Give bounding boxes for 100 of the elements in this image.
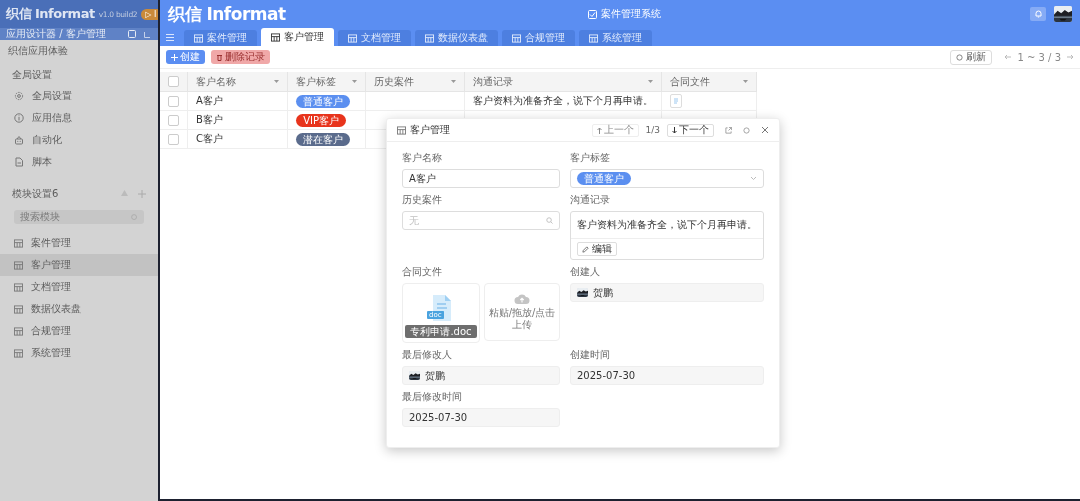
collapse-icon[interactable]	[121, 190, 128, 196]
search-field[interactable]: 搜索模块	[14, 210, 144, 224]
next-button[interactable]: 下一个	[667, 123, 714, 137]
module-item[interactable]: 文档管理	[0, 276, 158, 298]
create-button[interactable]: 创建	[166, 50, 205, 64]
column-header[interactable]: 沟通记录	[473, 74, 514, 89]
breadcrumb: 应用设计器 / 客户管理	[6, 27, 106, 41]
note-text: 客户资料为准备齐全，说下个月再申请。	[571, 212, 763, 239]
caret-icon[interactable]	[351, 80, 357, 83]
up-arrow-icon	[596, 126, 602, 134]
close-icon[interactable]	[761, 126, 769, 134]
run-button[interactable]: ▷ I	[141, 8, 158, 20]
tab[interactable]: 系统管理	[579, 30, 652, 46]
tag: 普通客户	[296, 94, 351, 108]
logo: 织信 Informat	[6, 5, 95, 23]
field-label: 沟通记录	[570, 194, 611, 207]
caret-icon[interactable]	[451, 80, 457, 83]
add-icon[interactable]	[138, 190, 146, 198]
table-icon	[348, 33, 357, 43]
next-icon[interactable]	[1067, 54, 1074, 60]
table-cell: C客户	[196, 133, 223, 144]
field-label: 历史案件	[402, 194, 443, 207]
section-title: 模块设置6	[12, 187, 59, 201]
field-label: 创建人	[570, 266, 601, 279]
export-icon[interactable]	[144, 30, 152, 38]
table-icon	[512, 33, 521, 43]
tab[interactable]: 合规管理	[502, 30, 575, 46]
logo: 织信 Informat	[168, 2, 287, 26]
module-item[interactable]: 合规管理	[0, 320, 158, 342]
date-field: 2025-07-30	[570, 366, 764, 385]
notification-button[interactable]	[1030, 7, 1046, 21]
tab[interactable]: 案件管理	[184, 30, 257, 46]
table-icon	[14, 304, 23, 314]
circle-icon[interactable]	[743, 126, 750, 134]
table-icon	[14, 260, 23, 270]
tag: 潜在客户	[296, 132, 351, 146]
caret-icon[interactable]	[274, 80, 280, 83]
file-icon	[14, 157, 24, 167]
caret-icon[interactable]	[743, 80, 748, 83]
table-cell: 客户资料为准备齐全，说下个月再申请。	[473, 95, 654, 106]
field-label: 最后修改时间	[402, 391, 463, 404]
bell-icon	[1034, 10, 1042, 18]
table-icon	[14, 326, 23, 336]
user-field: 贺鹏	[402, 366, 560, 385]
module-item[interactable]: 客户管理	[0, 254, 158, 276]
upload-button[interactable]: 粘贴/拖放/点击上传	[484, 283, 560, 341]
previous-icon[interactable]	[1004, 54, 1012, 60]
caret-icon[interactable]	[648, 80, 654, 83]
dialog-title: 客户管理	[410, 123, 451, 137]
table-icon	[14, 238, 23, 248]
module-item[interactable]: 案件管理	[0, 232, 158, 254]
external-link-icon[interactable]	[725, 126, 732, 134]
file-thumbnail-icon[interactable]	[670, 94, 683, 108]
menu-icon[interactable]	[166, 33, 174, 41]
refresh-icon	[956, 53, 964, 61]
refresh-button[interactable]: 刷新	[950, 49, 993, 65]
field-label: 客户标签	[570, 152, 611, 165]
text-field[interactable]: A客户	[402, 169, 560, 188]
cloud-upload-icon	[514, 293, 530, 305]
file-name: 专利申请.doc	[405, 325, 477, 338]
page-range: 1 ~ 3 / 3	[1017, 51, 1061, 63]
section-title: 全局设置	[12, 68, 52, 82]
info-icon	[14, 113, 24, 123]
tab[interactable]: 文档管理	[338, 30, 411, 46]
chevron-icon	[750, 176, 757, 181]
trash-icon	[216, 53, 223, 61]
record-position: 1/3	[644, 125, 661, 135]
tag: 普通客户	[577, 172, 631, 185]
checkbox-icon	[588, 9, 597, 19]
field-label: 合同文件	[402, 266, 443, 279]
checkbox[interactable]	[168, 95, 179, 107]
checkbox[interactable]	[168, 76, 179, 87]
sidebar-item[interactable]: 应用信息	[0, 107, 158, 129]
field-label: 创建时间	[570, 349, 611, 362]
table-icon	[194, 33, 203, 43]
module-item[interactable]: 数据仪表盘	[0, 298, 158, 320]
field-label: 客户名称	[402, 152, 443, 165]
note-icon[interactable]	[128, 30, 136, 38]
plus-icon	[171, 53, 178, 61]
user-field: 贺鹏	[570, 283, 764, 302]
pencil-icon	[582, 245, 589, 253]
checkbox[interactable]	[168, 133, 179, 145]
down-arrow-icon	[672, 126, 677, 134]
sidebar-item[interactable]: 脚本	[0, 151, 158, 173]
sidebar-item[interactable]: 全局设置	[0, 85, 158, 107]
gear-icon	[14, 91, 24, 101]
robot-icon	[14, 135, 24, 145]
tab[interactable]: 客户管理	[261, 28, 334, 46]
sidebar-item[interactable]: 自动化	[0, 129, 158, 151]
field-label: 最后修改人	[402, 349, 453, 362]
tab[interactable]: 数据仪表盘	[415, 30, 498, 46]
module-item[interactable]: 系统管理	[0, 342, 158, 364]
app-name: 织信应用体验	[7, 44, 69, 58]
date-field: 2025-07-30	[402, 408, 560, 427]
table-icon	[589, 33, 598, 43]
edit-button[interactable]: 编辑	[577, 242, 617, 256]
select-field[interactable]: 普通客户	[570, 169, 764, 188]
checkbox[interactable]	[168, 114, 179, 126]
table-icon	[14, 282, 23, 292]
table-icon	[271, 32, 280, 42]
